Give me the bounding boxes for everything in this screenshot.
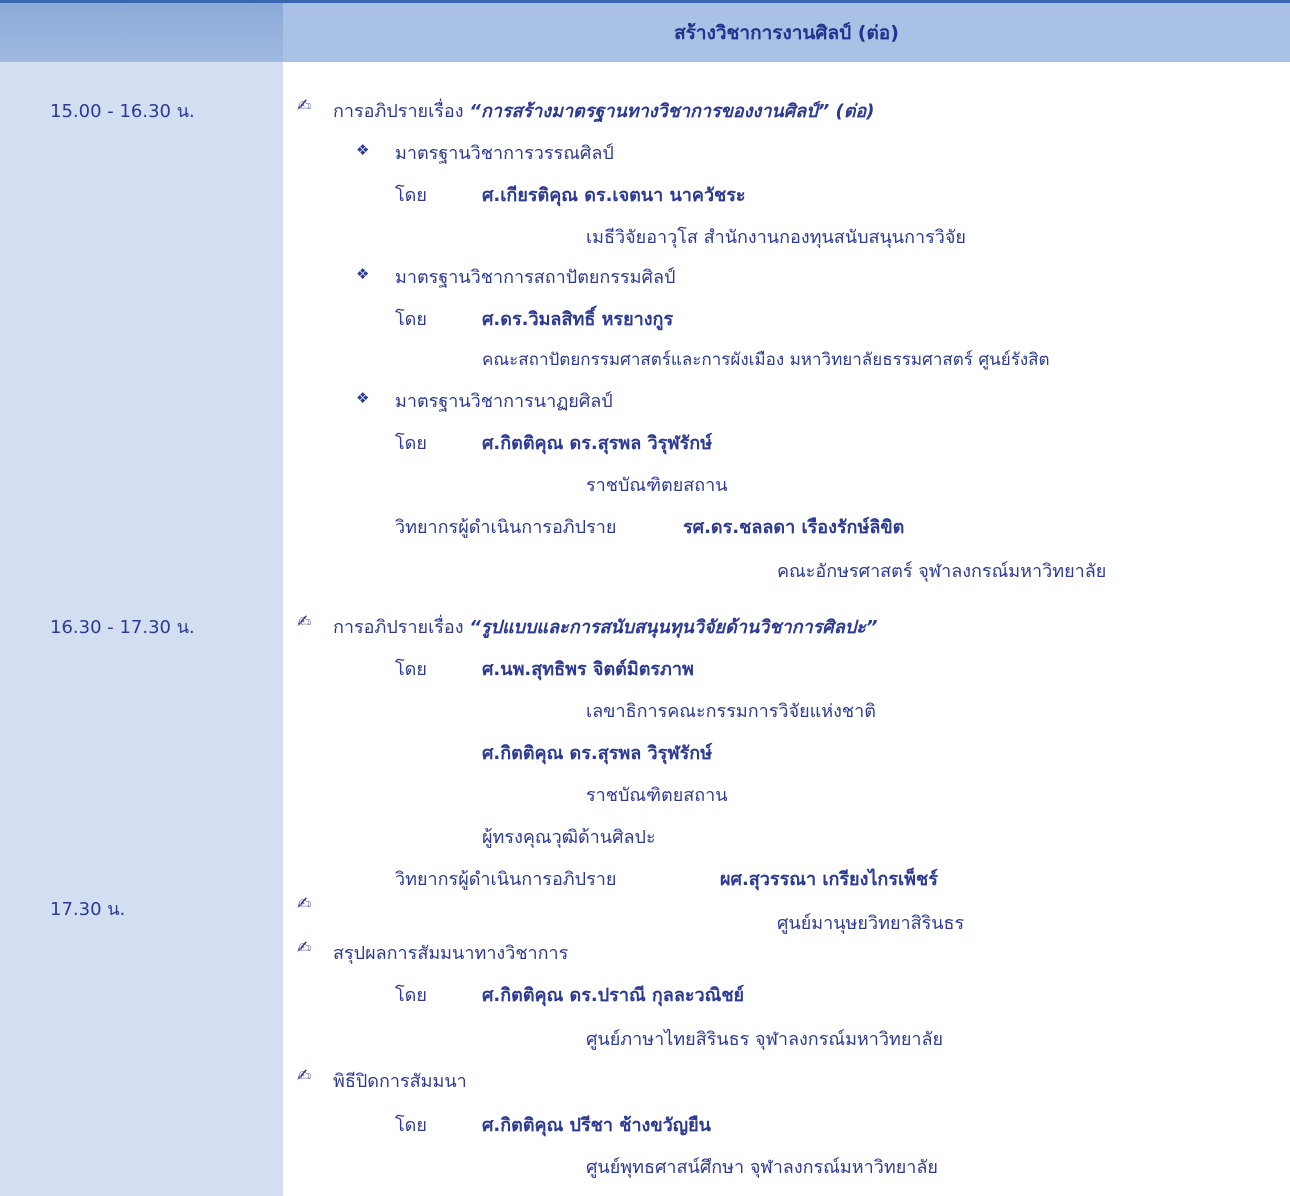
time-slot-3: 17.30 น. <box>50 899 126 920</box>
moderator-name: รศ.ดร.ชลลดา เรืองรักษ์ลิขิต <box>683 517 905 538</box>
speaker-name: ศ.กิตติคุณ ดร.สุรพล วิรุฬรักษ์ <box>482 433 713 454</box>
time-slot-1: 15.00 - 16.30 น. <box>50 101 195 122</box>
speaker-affiliation: เลขาธิการคณะกรรมการวิจัยแห่งชาติ <box>586 701 876 722</box>
diamond-bullet-icon: ❖ <box>356 141 370 159</box>
item-title: มาตรฐานวิชาการนาฏยศิลป์ <box>395 391 613 412</box>
by-label: โดย <box>395 433 427 454</box>
by-label: โดย <box>395 659 427 680</box>
speaker-affiliation: ศูนย์ภาษาไทยสิรินธร จุฬาลงกรณ์มหาวิทยาลั… <box>586 1029 944 1050</box>
speaker-affiliation: ราชบัณฑิตยสถาน <box>586 475 728 496</box>
time-slot-2: 16.30 - 17.30 น. <box>50 617 195 638</box>
topic-title: “รูปแบบและการสนับสนุนทุนวิจัยด้านวิชาการ… <box>469 617 878 638</box>
closing-title: พิธีปิดการสัมมนา <box>333 1071 467 1092</box>
topic-title: “การสร้างมาตรฐานทางวิชาการของงานศิลป์” (… <box>469 101 875 122</box>
speaker-name: ศ.ดร.วิมลสิทธิ์ หรยางกูร <box>482 309 674 330</box>
topic-prefix: การอภิปรายเรื่อง <box>333 101 464 122</box>
summary-title: สรุปผลการสัมมนาทางวิชาการ <box>333 943 569 964</box>
by-label: โดย <box>395 185 427 206</box>
speaker-affiliation: คณะสถาปัตยกรรมศาสตร์และการผังเมือง มหาวิ… <box>482 350 1050 370</box>
speaker-name: ศ.กิตติคุณ ดร.สุรพล วิรุฬรักษ์ <box>482 743 713 764</box>
speaker-affiliation: ศูนย์พุทธศาสน์ศึกษา จุฬาลงกรณ์มหาวิทยาลั… <box>586 1157 938 1178</box>
topic-prefix: การอภิปรายเรื่อง <box>333 617 464 638</box>
writing-hand-icon: ✍ <box>297 938 312 958</box>
diamond-bullet-icon: ❖ <box>356 265 370 283</box>
by-label: โดย <box>395 985 427 1006</box>
moderator-label: วิทยากรผู้ดำเนินการอภิปราย <box>395 869 617 890</box>
speaker-name: ศ.กิตติคุณ ปรีชา ช้างขวัญยืน <box>482 1115 711 1136</box>
header-left-cell <box>0 3 283 62</box>
moderator-affiliation: คณะอักษรศาสตร์ จุฬาลงกรณ์มหาวิทยาลัย <box>777 561 1107 582</box>
speaker-affiliation: เมธีวิจัยอาวุโส สำนักงานกองทุนสนับสนุนกา… <box>586 227 966 248</box>
speaker-name: ศ.เกียรติคุณ ดร.เจตนา นาควัชระ <box>482 185 746 206</box>
item-title: มาตรฐานวิชาการสถาปัตยกรรมศิลป์ <box>395 267 676 288</box>
writing-hand-icon: ✍ <box>297 96 312 116</box>
moderator-name: ผศ.สุวรรณา เกรียงไกรเพ็ชร์ <box>720 869 938 890</box>
writing-hand-icon: ✍ <box>297 1066 312 1086</box>
header-title: สร้างวิชาการงานศิลป์ (ต่อ) <box>283 3 1290 62</box>
writing-hand-icon: ✍ <box>297 612 312 632</box>
by-label: โดย <box>395 309 427 330</box>
diamond-bullet-icon: ❖ <box>356 389 370 407</box>
by-label: โดย <box>395 1115 427 1136</box>
item-title: มาตรฐานวิชาการวรรณศิลป์ <box>395 143 614 164</box>
speaker-affiliation: ราชบัณฑิตยสถาน <box>586 785 728 806</box>
moderator-label: วิทยากรผู้ดำเนินการอภิปราย <box>395 517 617 538</box>
speaker-name: ศ.กิตติคุณ ดร.ปราณี กุลละวณิชย์ <box>482 985 745 1006</box>
writing-hand-icon: ✍ <box>297 894 312 914</box>
session2-topic: การอภิปรายเรื่อง “รูปแบบและการสนับสนุนทุ… <box>333 612 877 641</box>
speaker-name: ศ.นพ.สุทธิพร จิตต์มิตรภาพ <box>482 659 694 680</box>
header-bar: สร้างวิชาการงานศิลป์ (ต่อ) <box>0 0 1290 62</box>
moderator-affiliation: ศูนย์มานุษยวิทยาสิรินธร <box>777 913 965 934</box>
speaker-name: ผู้ทรงคุณวุฒิด้านศิลปะ <box>482 827 656 848</box>
session1-topic: การอภิปรายเรื่อง “การสร้างมาตรฐานทางวิชา… <box>333 96 874 125</box>
